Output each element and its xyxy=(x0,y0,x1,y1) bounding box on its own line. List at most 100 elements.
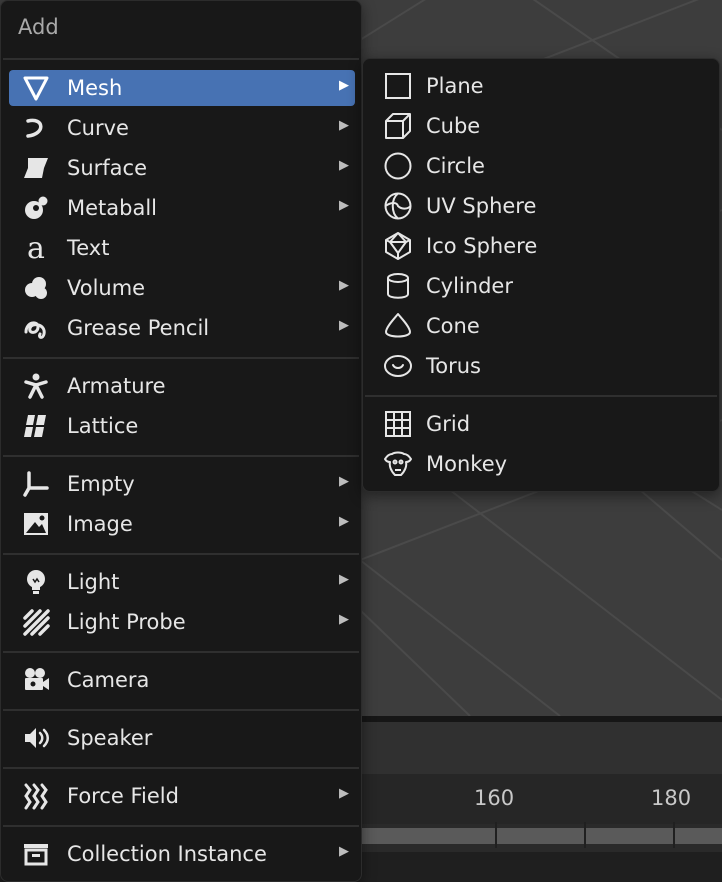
menu-item-cone[interactable]: Cone xyxy=(371,308,711,344)
menu-item-label: Volume xyxy=(67,276,146,300)
menu-item-label: Force Field xyxy=(67,784,179,808)
svg-text:a: a xyxy=(27,234,45,262)
torus-icon xyxy=(383,351,413,381)
cube-icon xyxy=(383,111,413,141)
collection-instance-icon xyxy=(21,839,51,869)
submenu-arrow-icon: ▶ xyxy=(339,318,349,333)
submenu-arrow-icon: ▶ xyxy=(339,198,349,213)
menu-item-ico-sphere[interactable]: Ico Sphere xyxy=(371,228,711,264)
menu-item-grid[interactable]: Grid xyxy=(371,406,711,442)
menu-item-metaball[interactable]: Metaball ▶ xyxy=(9,190,355,226)
grease-pencil-icon xyxy=(21,313,51,343)
menu-item-armature[interactable]: Armature xyxy=(9,368,355,404)
menu-item-label: Light Probe xyxy=(67,610,186,634)
grid-icon xyxy=(383,409,413,439)
menu-item-circle[interactable]: Circle xyxy=(371,148,711,184)
menu-item-label: Ico Sphere xyxy=(426,234,538,258)
curve-icon xyxy=(21,113,51,143)
menu-item-speaker[interactable]: Speaker xyxy=(9,720,355,756)
submenu-arrow-icon: ▶ xyxy=(339,844,349,859)
menu-item-label: Metaball xyxy=(67,196,158,220)
menu-item-plane[interactable]: Plane xyxy=(371,68,711,104)
light-icon xyxy=(21,567,51,597)
menu-item-label: Image xyxy=(67,512,133,536)
menu-item-image[interactable]: Image ▶ xyxy=(9,506,355,542)
menu-item-label: Curve xyxy=(67,116,129,140)
menu-separator xyxy=(3,357,359,359)
timeline-tick xyxy=(673,822,675,848)
menu-item-collection-instance[interactable]: Collection Instance ▶ xyxy=(9,836,355,872)
submenu-arrow-icon: ▶ xyxy=(339,514,349,529)
menu-item-label: Grid xyxy=(426,412,471,436)
menu-item-label: Text xyxy=(67,236,110,260)
menu-item-light[interactable]: Light ▶ xyxy=(9,564,355,600)
lattice-icon xyxy=(21,411,51,441)
submenu-arrow-icon: ▶ xyxy=(339,786,349,801)
timeline-tick xyxy=(495,822,497,848)
add-menu: Add Mesh ▶ Curve ▶ Surface ▶ Metaball ▶ … xyxy=(0,0,362,882)
menu-item-text[interactable]: a Text xyxy=(9,230,355,266)
speaker-icon xyxy=(21,723,51,753)
ico-sphere-icon xyxy=(383,231,413,261)
menu-item-lattice[interactable]: Lattice xyxy=(9,408,355,444)
surface-icon xyxy=(21,153,51,183)
menu-item-light-probe[interactable]: Light Probe ▶ xyxy=(9,604,355,640)
menu-item-label: Cone xyxy=(426,314,480,338)
menu-item-mesh[interactable]: Mesh ▶ xyxy=(9,70,355,106)
light-probe-icon xyxy=(21,607,51,637)
menu-item-curve[interactable]: Curve ▶ xyxy=(9,110,355,146)
menu-item-cylinder[interactable]: Cylinder xyxy=(371,268,711,304)
menu-separator xyxy=(3,767,359,769)
uv-sphere-icon xyxy=(383,191,413,221)
plane-icon xyxy=(383,71,413,101)
menu-separator xyxy=(3,553,359,555)
cylinder-icon xyxy=(383,271,413,301)
menu-item-label: UV Sphere xyxy=(426,194,537,218)
menu-separator xyxy=(3,651,359,653)
menu-item-uv-sphere[interactable]: UV Sphere xyxy=(371,188,711,224)
menu-separator xyxy=(3,825,359,827)
submenu-arrow-icon: ▶ xyxy=(339,612,349,627)
image-icon xyxy=(21,509,51,539)
menu-item-empty[interactable]: Empty ▶ xyxy=(9,466,355,502)
menu-item-label: Speaker xyxy=(67,726,153,750)
mesh-icon xyxy=(21,73,51,103)
timeline-scrollbar[interactable] xyxy=(362,828,722,844)
menu-item-label: Surface xyxy=(67,156,148,180)
submenu-arrow-icon: ▶ xyxy=(339,158,349,173)
menu-item-label: Cylinder xyxy=(426,274,513,298)
submenu-arrow-icon: ▶ xyxy=(339,278,349,293)
menu-item-label: Armature xyxy=(67,374,166,398)
menu-item-label: Collection Instance xyxy=(67,842,267,866)
menu-separator xyxy=(3,58,359,60)
timeline-tick xyxy=(584,822,586,848)
menu-item-label: Mesh xyxy=(67,76,123,100)
volume-icon xyxy=(21,273,51,303)
menu-separator xyxy=(365,395,717,397)
menu-item-torus[interactable]: Torus xyxy=(371,348,711,384)
menu-separator xyxy=(3,709,359,711)
menu-separator xyxy=(3,455,359,457)
menu-item-grease-pencil[interactable]: Grease Pencil ▶ xyxy=(9,310,355,346)
cone-icon xyxy=(383,311,413,341)
submenu-arrow-icon: ▶ xyxy=(339,572,349,587)
menu-item-label: Camera xyxy=(67,668,150,692)
submenu-arrow-icon: ▶ xyxy=(339,474,349,489)
menu-item-label: Plane xyxy=(426,74,484,98)
monkey-icon xyxy=(383,449,413,479)
menu-item-label: Circle xyxy=(426,154,485,178)
menu-item-volume[interactable]: Volume ▶ xyxy=(9,270,355,306)
menu-item-monkey[interactable]: Monkey xyxy=(371,446,711,482)
menu-item-label: Light xyxy=(67,570,120,594)
menu-item-cube[interactable]: Cube xyxy=(371,108,711,144)
menu-item-force-field[interactable]: Force Field ▶ xyxy=(9,778,355,814)
menu-item-label: Monkey xyxy=(426,452,508,476)
menu-item-label: Cube xyxy=(426,114,481,138)
frame-number: 180 xyxy=(651,786,692,810)
menu-title: Add xyxy=(18,15,59,39)
menu-item-camera[interactable]: Camera xyxy=(9,662,355,698)
metaball-icon xyxy=(21,193,51,223)
menu-item-surface[interactable]: Surface ▶ xyxy=(9,150,355,186)
force-field-icon xyxy=(21,781,51,811)
menu-item-label: Lattice xyxy=(67,414,139,438)
